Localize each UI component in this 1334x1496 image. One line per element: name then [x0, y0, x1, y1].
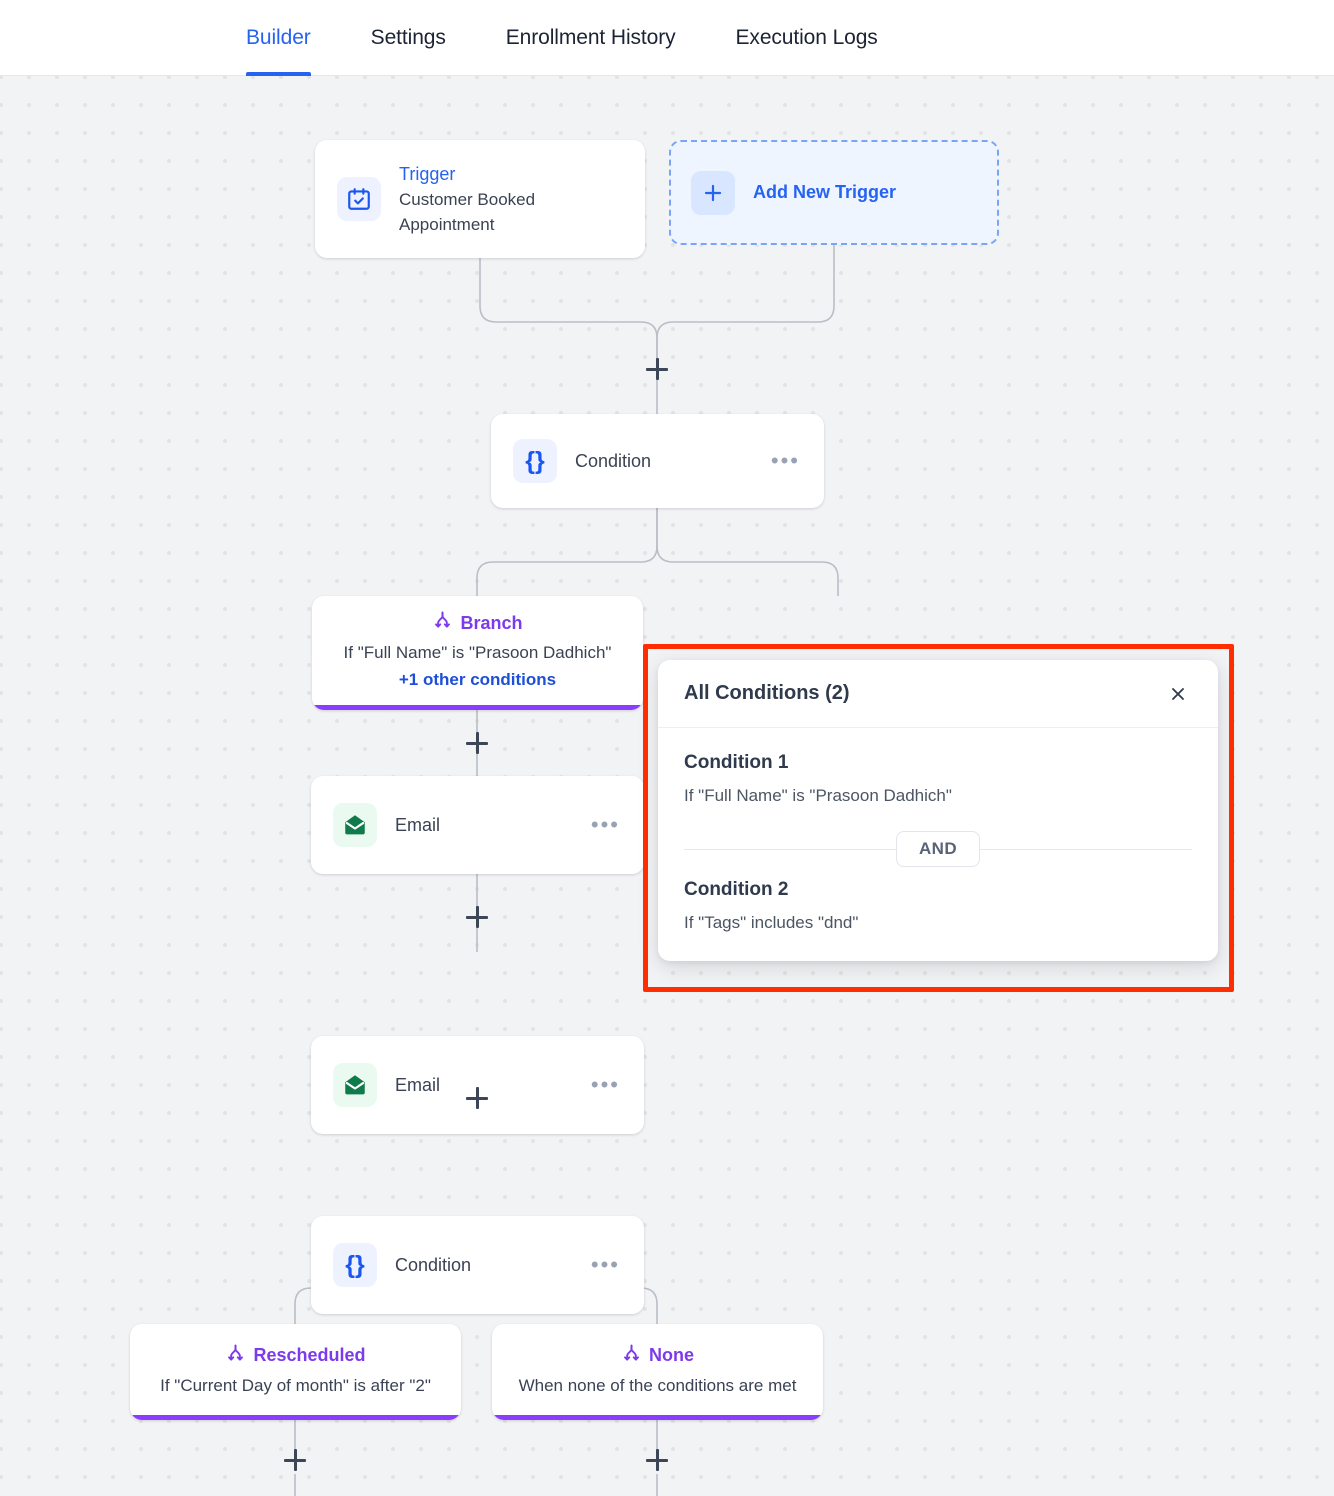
node-trigger[interactable]: Trigger Customer Booked Appointment — [315, 140, 645, 258]
trigger-text: Trigger Customer Booked Appointment — [399, 161, 614, 237]
plus-icon — [691, 170, 735, 215]
tab-settings[interactable]: Settings — [371, 0, 446, 76]
tab-enrollment-history-label: Enrollment History — [505, 26, 676, 49]
add-new-trigger-button[interactable]: Add New Trigger — [669, 140, 999, 245]
workflow-canvas[interactable]: Trigger Customer Booked Appointment Add … — [0, 76, 1334, 1496]
popup-title: All Conditions (2) — [684, 682, 850, 704]
branch-main-description: If "Full Name" is "Prasoon Dadhich" — [343, 643, 612, 662]
condition-bottom-menu-button[interactable]: ••• — [589, 1254, 622, 1276]
tab-list: Builder Settings Enrollment History Exec… — [246, 0, 878, 76]
condition-1-block: Condition 1 If "Full Name" is "Prasoon D… — [684, 752, 1192, 806]
add-step-button-4[interactable] — [466, 1087, 488, 1109]
node-condition-top[interactable]: {} Condition ••• — [491, 414, 824, 508]
trigger-label: Trigger — [399, 164, 456, 184]
condition-2-text: If "Tags" includes "dnd" — [684, 913, 859, 932]
add-step-button-2[interactable] — [466, 732, 488, 754]
branch-header: Rescheduled — [225, 1343, 366, 1369]
envelope-icon — [333, 803, 377, 847]
node-condition-bottom[interactable]: {} Condition ••• — [311, 1216, 644, 1314]
tab-enrollment-history[interactable]: Enrollment History — [506, 0, 676, 76]
popup-body: Condition 1 If "Full Name" is "Prasoon D… — [658, 728, 1218, 961]
add-step-button-5[interactable] — [284, 1449, 306, 1471]
add-step-button-6[interactable] — [646, 1449, 668, 1471]
condition-2-title: Condition 2 — [684, 879, 789, 900]
workflow-builder-page: Builder Settings Enrollment History Exec… — [0, 0, 1334, 1496]
popup-header: All Conditions (2) — [658, 660, 1218, 728]
calendar-check-icon — [337, 177, 381, 221]
close-icon[interactable] — [1164, 680, 1192, 708]
condition-bottom-label: Condition — [395, 1254, 472, 1275]
tab-execution-logs[interactable]: Execution Logs — [736, 0, 878, 76]
node-branch-none[interactable]: None When none of the conditions are met — [492, 1324, 823, 1420]
envelope-icon — [333, 1063, 377, 1107]
branch-main-more-link[interactable]: +1 other conditions — [399, 670, 556, 690]
branch-none-title: None — [649, 1345, 694, 1365]
branch-rescheduled-title: Rescheduled — [253, 1345, 366, 1365]
add-step-button-1[interactable] — [646, 358, 668, 380]
node-branch-main[interactable]: Branch If "Full Name" is "Prasoon Dadhic… — [312, 596, 643, 710]
top-tab-bar: Builder Settings Enrollment History Exec… — [0, 0, 1334, 76]
curly-braces-glyph: {} — [525, 446, 545, 475]
condition-top-menu-button[interactable]: ••• — [769, 450, 802, 472]
curly-braces-glyph: {} — [345, 1250, 365, 1279]
condition-2-block: Condition 2 If "Tags" includes "dnd" — [684, 879, 1192, 933]
all-conditions-popup: All Conditions (2) Condition 1 If "Full … — [658, 660, 1218, 961]
email-2-menu-button[interactable]: ••• — [589, 1074, 622, 1096]
node-email-2[interactable]: Email ••• — [311, 1036, 644, 1134]
curly-braces-icon: {} — [333, 1243, 377, 1287]
tab-execution-logs-label: Execution Logs — [735, 26, 878, 49]
branch-icon — [432, 610, 453, 636]
branch-header: Branch — [432, 610, 523, 636]
tab-builder-label: Builder — [246, 26, 311, 49]
branch-icon — [225, 1343, 246, 1369]
curly-braces-icon: {} — [513, 439, 557, 483]
and-divider: AND — [684, 831, 1192, 867]
add-new-trigger-label: Add New Trigger — [753, 182, 897, 202]
branch-rescheduled-description: If "Current Day of month" is after "2" — [160, 1375, 431, 1395]
node-branch-rescheduled[interactable]: Rescheduled If "Current Day of month" is… — [130, 1324, 461, 1420]
condition-1-title: Condition 1 — [684, 752, 789, 773]
node-email-1[interactable]: Email ••• — [311, 776, 644, 874]
and-operator-pill: AND — [895, 831, 981, 867]
email-2-label: Email — [395, 1074, 441, 1095]
branch-icon — [621, 1343, 642, 1369]
email-1-label: Email — [395, 814, 441, 835]
trigger-name: Customer Booked Appointment — [399, 190, 536, 234]
branch-header: None — [621, 1343, 694, 1369]
branch-main-title: Branch — [460, 612, 523, 633]
tab-builder[interactable]: Builder — [246, 0, 311, 76]
email-1-menu-button[interactable]: ••• — [589, 814, 622, 836]
branch-none-description: When none of the conditions are met — [518, 1375, 797, 1395]
add-step-button-3[interactable] — [466, 906, 488, 928]
condition-top-label: Condition — [575, 450, 652, 471]
condition-1-text: If "Full Name" is "Prasoon Dadhich" — [684, 786, 952, 805]
tab-settings-label: Settings — [370, 26, 446, 49]
